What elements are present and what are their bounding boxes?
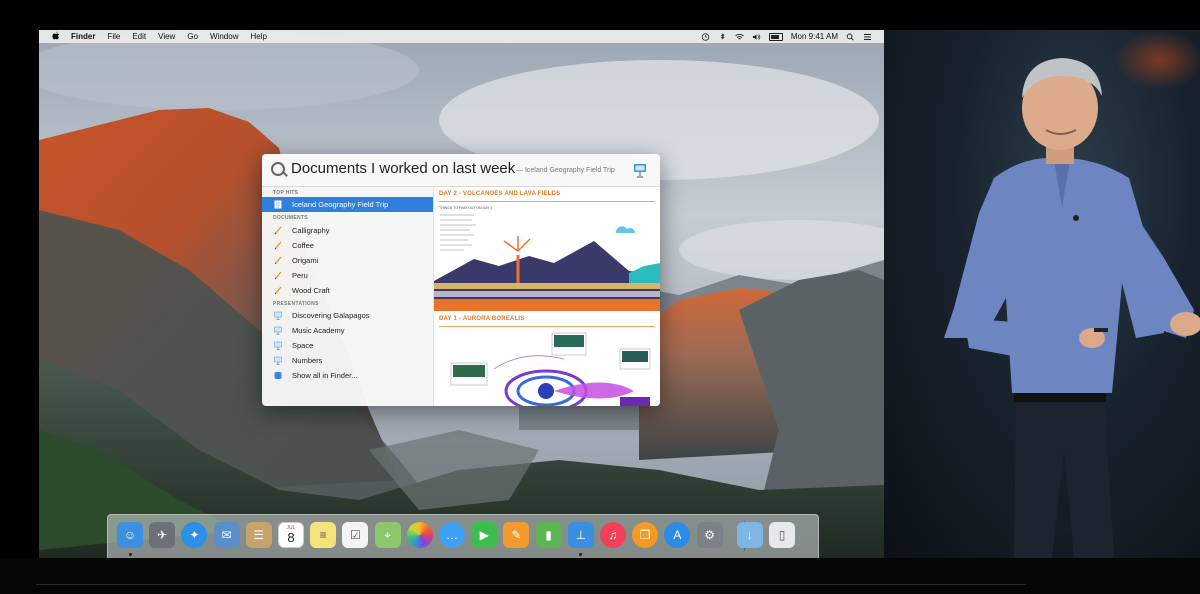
aurora-diagram (450, 332, 651, 406)
result-document[interactable]: Origami (262, 253, 433, 268)
trash-icon[interactable]: ▯ (769, 522, 795, 548)
result-document[interactable]: Coffee (262, 238, 433, 253)
bluetooth-icon[interactable] (718, 32, 727, 41)
numbers-icon[interactable]: ▮ (535, 522, 562, 548)
spotlight-search-bar: Documents I worked on last week — Icelan… (262, 154, 660, 187)
search-icon (271, 162, 285, 176)
stage-background (884, 30, 1200, 558)
battery-icon[interactable] (768, 32, 783, 41)
menu-window[interactable]: Window (210, 32, 238, 41)
itunes-icon[interactable]: ♫ (600, 522, 626, 548)
pages-document-icon (274, 286, 282, 295)
menu-bar: Finder File Edit View Go Window Help Mon… (39, 30, 884, 43)
spotlight-window: Documents I worked on last week — Icelan… (262, 154, 660, 406)
keynote-icon (632, 162, 648, 178)
volume-icon[interactable] (752, 33, 761, 41)
menu-view[interactable]: View (158, 32, 175, 41)
app-store-icon[interactable]: A (664, 522, 691, 548)
pages-document-icon (274, 256, 282, 265)
preview-heading-day2: DAY 2 - VOLCANOES AND LAVA FIELDS (439, 191, 561, 197)
preview-divider (439, 201, 655, 202)
spotlight-completion-hint: — Iceland Geography Field Trip (516, 167, 615, 174)
spotlight-preview-pane: DAY 2 - VOLCANOES AND LAVA FIELDS THINGS… (433, 187, 660, 406)
mail-icon[interactable]: ✉ (213, 522, 240, 548)
dock: ☺ ✈ ✦ ✉ ☰ JUL 8 ≡ ☑ ⌖ … ▶ ✎ ▮ ⊥ ♫ ❐ A ⚙ ↓ ▯ (107, 514, 819, 558)
result-label: Origami (292, 256, 319, 265)
result-label: Space (292, 341, 314, 350)
menu-clock[interactable]: Mon 9:41 AM (791, 32, 838, 41)
calendar-day: 8 (287, 530, 295, 545)
result-label: Iceland Geography Field Trip (292, 200, 389, 209)
result-presentation[interactable]: Numbers (262, 353, 433, 368)
keynote-document-icon (274, 341, 282, 350)
result-document[interactable]: Peru (262, 268, 433, 283)
volcano-diagram (434, 214, 660, 311)
ibooks-icon[interactable]: ❐ (632, 522, 659, 548)
launchpad-icon[interactable]: ✈ (149, 522, 176, 548)
keynote-document-icon (274, 326, 282, 335)
result-label: Coffee (292, 241, 314, 250)
pages-document-icon (274, 271, 282, 280)
photos-icon[interactable] (406, 522, 433, 548)
result-presentation[interactable]: Space (262, 338, 433, 353)
preview-divider (439, 326, 655, 327)
system-preferences-icon[interactable]: ⚙ (696, 522, 723, 548)
menu-go[interactable]: Go (187, 32, 198, 41)
video-progress-line (36, 584, 1026, 585)
reminders-icon[interactable]: ☑ (342, 522, 369, 548)
spotlight-search-input[interactable]: Documents I worked on last week (291, 160, 515, 177)
result-label: Discovering Galapagos (292, 311, 370, 320)
notification-center-icon[interactable] (863, 33, 872, 41)
app-menu-finder[interactable]: Finder (71, 32, 95, 41)
finder-small-icon (274, 371, 282, 380)
desktop-screen: Finder File Edit View Go Window Help Mon… (39, 30, 884, 558)
result-label: Music Academy (292, 326, 345, 335)
pages-document-icon (274, 226, 282, 235)
pages-document-icon (274, 241, 282, 250)
result-top-hit[interactable]: Iceland Geography Field Trip (262, 197, 433, 212)
section-presentations: PRESENTATIONS (273, 301, 319, 307)
wifi-icon[interactable] (735, 33, 744, 41)
spotlight-results-list: TOP HITS Iceland Geography Field Trip DO… (262, 187, 433, 406)
section-top-hits: TOP HITS (273, 190, 299, 196)
result-label: Wood Craft (292, 286, 330, 295)
section-documents: DOCUMENTS (273, 215, 308, 221)
result-document[interactable]: Wood Craft (262, 283, 433, 298)
pages-icon[interactable]: ✎ (503, 522, 530, 548)
keynote-document-icon (274, 311, 282, 320)
menu-file[interactable]: File (107, 32, 120, 41)
contacts-icon[interactable]: ☰ (245, 522, 272, 548)
time-machine-icon[interactable] (701, 32, 710, 41)
preview-heading-day1: DAY 1 - AURORA BOREALIS (439, 316, 525, 322)
result-document[interactable]: Calligraphy (262, 223, 433, 238)
menu-help[interactable]: Help (250, 32, 266, 41)
safari-icon[interactable]: ✦ (181, 522, 208, 548)
result-label: Peru (292, 271, 308, 280)
messages-icon[interactable]: … (439, 522, 465, 548)
spotlight-icon[interactable] (846, 33, 855, 41)
calendar-icon[interactable]: JUL 8 (278, 522, 304, 548)
running-indicator (128, 553, 132, 556)
video-bottom-strip (0, 558, 1200, 594)
result-label: Numbers (292, 356, 323, 365)
preview-subheading: THINGS TO FIND OUT ON DAY 2 (439, 206, 493, 210)
running-indicator (579, 553, 583, 556)
result-presentation[interactable]: Music Academy (262, 323, 433, 338)
maps-icon[interactable]: ⌖ (374, 522, 401, 548)
status-area: Mon 9:41 AM (701, 32, 872, 41)
apple-menu-icon[interactable] (51, 31, 61, 42)
keynote-document-icon (274, 356, 282, 365)
facetime-icon[interactable]: ▶ (471, 522, 498, 548)
show-all-label: Show all in Finder... (292, 371, 358, 380)
presenter-figure (944, 58, 1200, 558)
document-icon (274, 200, 282, 209)
show-all-in-finder[interactable]: Show all in Finder... (262, 368, 433, 383)
downloads-folder-icon[interactable]: ↓ (736, 522, 763, 548)
result-label: Calligraphy (292, 226, 330, 235)
notes-icon[interactable]: ≡ (310, 522, 337, 548)
menu-edit[interactable]: Edit (132, 32, 146, 41)
keynote-icon[interactable]: ⊥ (567, 522, 594, 548)
result-presentation[interactable]: Discovering Galapagos (262, 308, 433, 323)
finder-icon[interactable]: ☺ (117, 522, 143, 548)
